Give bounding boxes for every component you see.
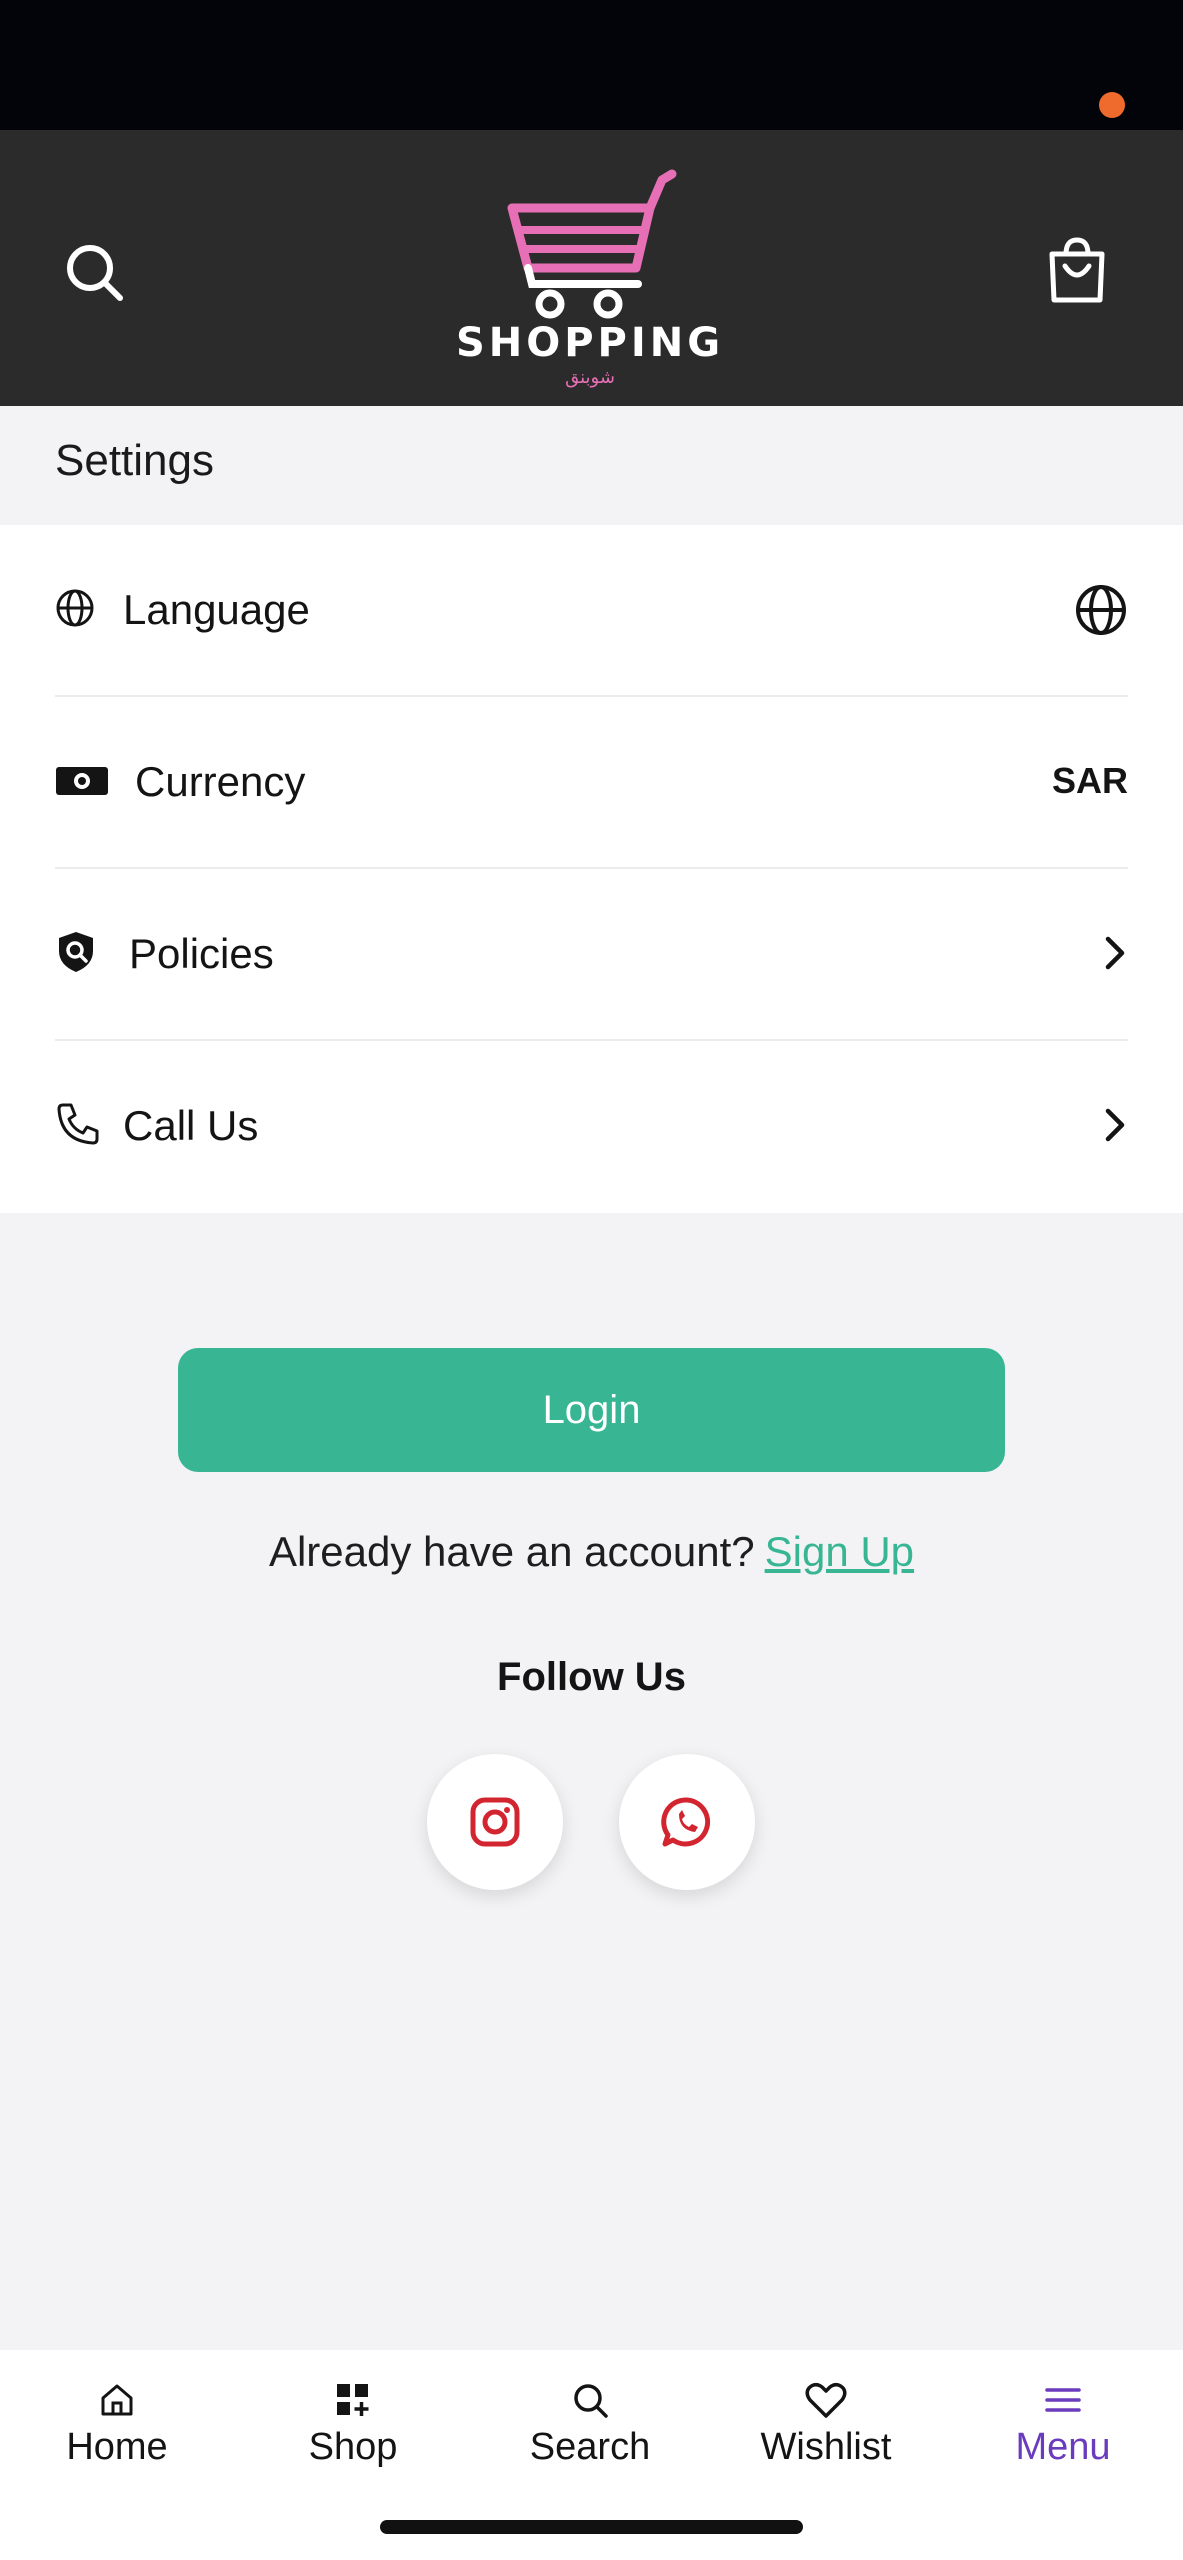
language-globe-icon [56, 589, 94, 627]
tab-search[interactable]: Search [490, 2380, 690, 2490]
tab-label: Menu [1015, 2426, 1111, 2468]
signup-link[interactable]: Sign Up [765, 1528, 914, 1575]
settings-row-label: Currency [135, 758, 306, 805]
heart-icon [805, 2383, 847, 2418]
cart-button[interactable] [1042, 230, 1112, 310]
settings-row-label: Language [123, 586, 310, 633]
shopping-cart-logo-icon [507, 169, 677, 319]
settings-row-call-us[interactable]: Call Us [55, 1041, 1128, 1213]
shop-grid-icon [337, 2384, 369, 2416]
tab-wishlist[interactable]: Wishlist [726, 2380, 926, 2490]
cash-icon [56, 767, 108, 795]
globe-icon [1076, 585, 1126, 635]
logo-arabic-wordmark: شوبنق [565, 367, 615, 388]
settings-row-label: Call Us [123, 1102, 259, 1149]
login-button[interactable]: Login [178, 1348, 1005, 1472]
menu-icon [1045, 2388, 1081, 2412]
signup-prompt: Already have an account? Sign Up [0, 1528, 1183, 1576]
shield-icon [59, 932, 93, 972]
instagram-button[interactable] [427, 1754, 563, 1890]
header-search-button[interactable] [60, 238, 130, 308]
home-icon [101, 2384, 133, 2416]
whatsapp-button[interactable] [619, 1754, 755, 1890]
status-bar [0, 0, 1183, 130]
tab-menu[interactable]: Menu [963, 2380, 1163, 2490]
app-header: SHOPPING شوبنق [0, 130, 1183, 406]
tab-shop[interactable]: Shop [253, 2380, 453, 2490]
settings-row-currency[interactable]: Currency SAR [55, 697, 1128, 869]
instagram-icon [470, 1797, 520, 1847]
search-icon [67, 245, 123, 301]
logo-wordmark: SHOPPING [455, 320, 725, 366]
settings-row-label: Policies [129, 930, 274, 977]
phone-icon [57, 1103, 99, 1145]
chevron-right-icon [1105, 936, 1125, 970]
settings-row-language[interactable]: Language [55, 525, 1128, 697]
brand-logo[interactable]: SHOPPING شوبنق [440, 150, 740, 390]
tab-label: Shop [308, 2426, 398, 2468]
home-indicator [380, 2520, 803, 2534]
tab-label: Home [66, 2426, 168, 2468]
cart-notification-dot [1099, 92, 1125, 118]
settings-list: Language Currency SAR Policies Call Us [0, 525, 1183, 1213]
search-icon [574, 2384, 608, 2418]
shopping-bag-icon [1049, 237, 1105, 303]
settings-title: Settings [55, 436, 214, 485]
chevron-right-icon [1105, 1108, 1125, 1142]
currency-value: SAR [1051, 760, 1128, 801]
follow-us-title: Follow Us [497, 1655, 686, 1699]
tab-home[interactable]: Home [17, 2380, 217, 2490]
tab-label: Wishlist [760, 2426, 892, 2468]
whatsapp-icon [661, 1797, 711, 1847]
tab-label: Search [529, 2426, 651, 2468]
settings-row-policies[interactable]: Policies [55, 869, 1128, 1041]
signup-prompt-text: Already have an account? [268, 1528, 755, 1575]
